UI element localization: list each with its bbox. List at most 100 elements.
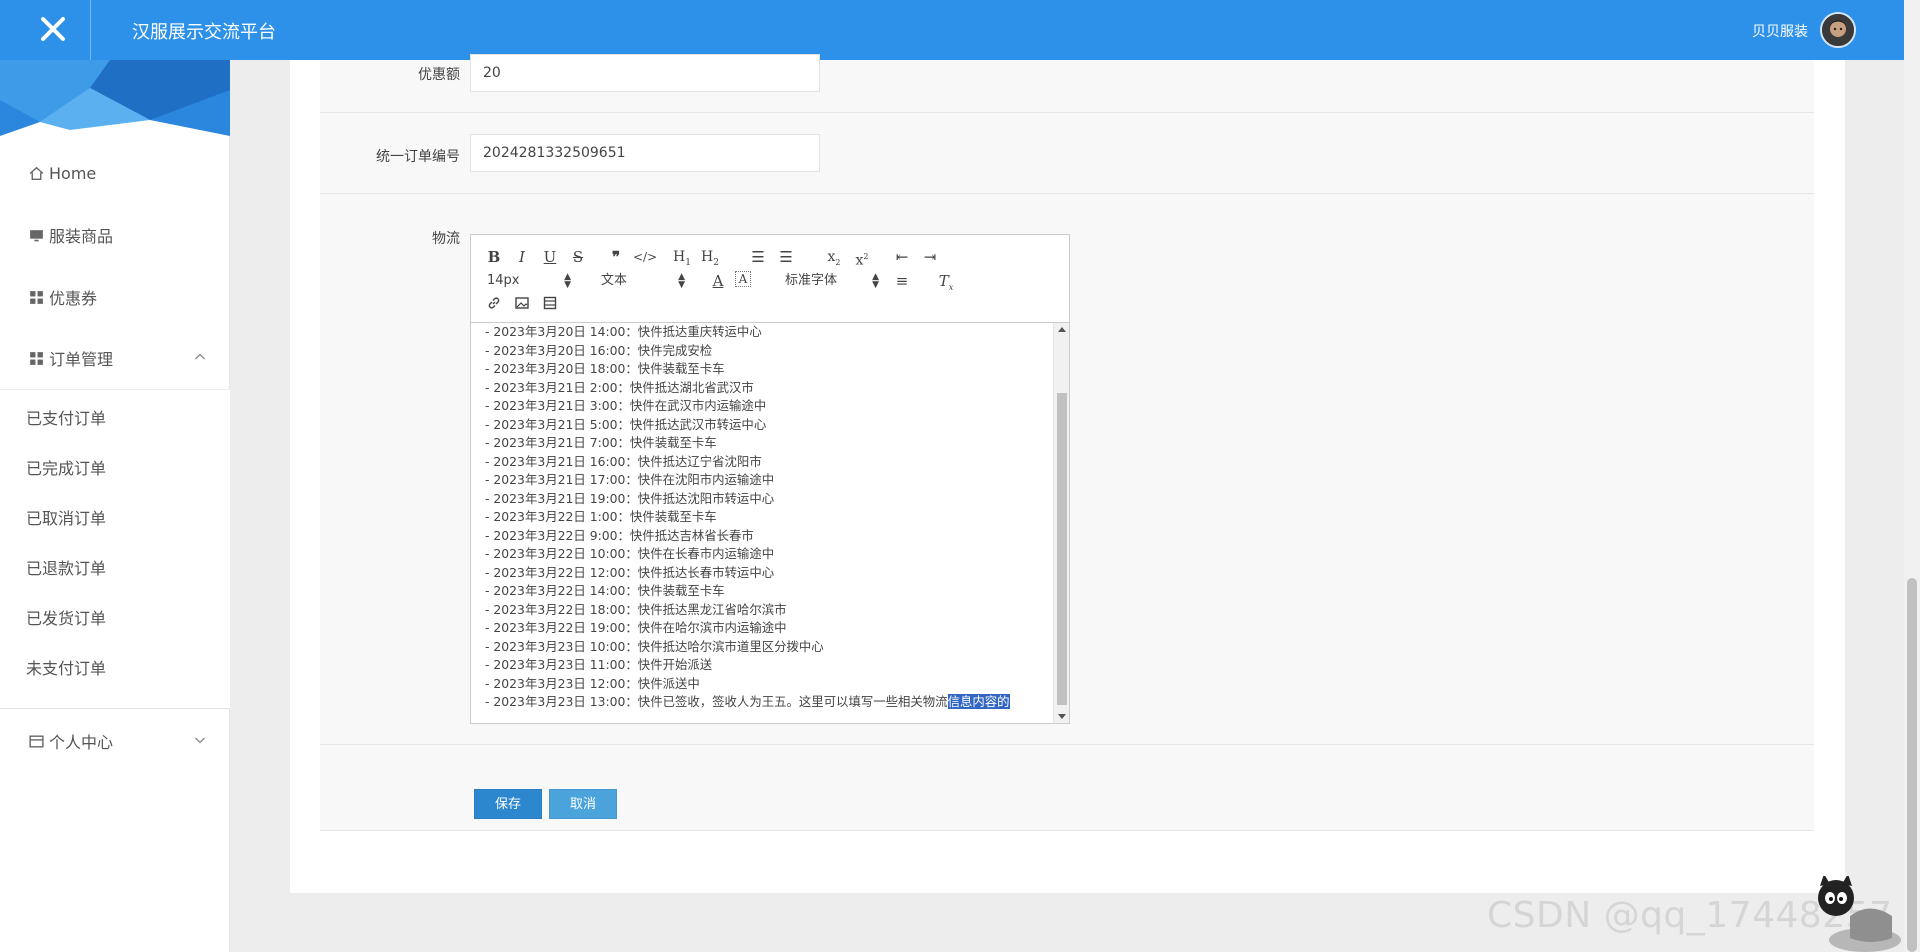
page-scrollbar-thumb[interactable]: [1907, 578, 1917, 952]
sidebar-banner: [0, 60, 230, 136]
heading2-icon[interactable]: H2: [699, 247, 721, 268]
editor-line: - 2023年3月21日 3:00：快件在武汉市内运输途中: [485, 398, 767, 413]
sidebar-item-label: 优惠券: [49, 289, 98, 308]
indent-icon[interactable]: ⇥: [919, 247, 941, 267]
clear-format-icon[interactable]: Tx: [935, 271, 957, 292]
editor-line: - 2023年3月22日 18:00：快件抵达黑龙江省哈尔滨市: [485, 601, 787, 617]
top-bar: 汉服展示交流平台 贝贝服装: [0, 0, 1904, 60]
link-icon[interactable]: [483, 295, 505, 315]
submenu-item-paid[interactable]: 已支付订单: [0, 394, 230, 444]
bullet-list-icon[interactable]: ☰: [775, 247, 797, 267]
ordered-list-icon[interactable]: ☰: [747, 247, 769, 267]
scroll-down-arrow-icon[interactable]: [1058, 714, 1066, 719]
editor-scrollbar[interactable]: [1053, 323, 1069, 723]
editor-line: - 2023年3月21日 17:00：快件在沈阳市内运输途中: [485, 472, 775, 487]
image-icon[interactable]: [511, 295, 533, 315]
video-icon[interactable]: [539, 295, 561, 315]
code-block-icon[interactable]: </>: [633, 247, 657, 267]
sidebar-item-orders[interactable]: 订单管理: [0, 333, 230, 383]
discount-field[interactable]: 20: [470, 54, 820, 92]
font-family-select[interactable]: 标准字体 ▲ ▼: [785, 271, 879, 291]
align-icon[interactable]: ≡: [891, 271, 913, 291]
submenu-item-completed[interactable]: 已完成订单: [0, 444, 230, 494]
sidebar-item-products[interactable]: 服装商品: [0, 210, 230, 260]
order-number-label: 统一订单编号: [376, 149, 460, 165]
save-button[interactable]: 保存: [474, 789, 543, 819]
editor-line: - 2023年3月22日 14:00：快件装载至卡车: [485, 583, 725, 598]
sidebar-item-label: 个人中心: [49, 733, 114, 752]
font-size-value: 14px: [487, 273, 520, 288]
underline-icon[interactable]: U: [539, 247, 561, 267]
editor-line: - 2023年3月20日 14:00：快件抵达重庆转运中心: [485, 324, 762, 339]
buttons-row: [320, 745, 1814, 830]
editor-line: - 2023年3月21日 16:00：快件抵达辽宁省沈阳市: [485, 453, 762, 469]
sidebar-item-label: 订单管理: [49, 350, 114, 369]
chevron-up-icon: [195, 353, 205, 360]
heading1-icon[interactable]: H1: [671, 247, 693, 268]
editor-line: - 2023年3月22日 9:00：快件抵达吉林省长春市: [485, 527, 754, 543]
editor-line-text: - 2023年3月23日 13:00：快件已签收，签收人为王五。这里可以填写一些…: [485, 694, 948, 709]
cancel-button[interactable]: 取消: [549, 789, 618, 819]
order-number-field[interactable]: 2024281332509651: [470, 134, 820, 172]
sidebar-item-profile[interactable]: 个人中心: [0, 716, 230, 766]
select-caret-icon: ▲ ▼: [564, 272, 571, 290]
sidebar: Home 服装商品 优惠券 订单管理 已支付订单 已完成订单 已取消订单 已退款…: [0, 60, 230, 952]
select-caret-icon: ▲ ▼: [872, 272, 879, 290]
editor-line: - 2023年3月22日 1:00：快件装载至卡车: [485, 509, 717, 524]
strikethrough-icon[interactable]: S: [567, 247, 589, 267]
row-divider: [320, 830, 1814, 831]
grid-icon: [30, 290, 43, 304]
editor-scrollbar-thumb[interactable]: [1057, 393, 1067, 705]
editor-line: - 2023年3月21日 2:00：快件抵达湖北省武汉市: [485, 379, 754, 395]
card-icon: [29, 734, 44, 748]
order-submenu: 已支付订单 已完成订单 已取消订单 已退款订单 已发货订单 未支付订单: [0, 389, 230, 709]
editor-line: - 2023年3月21日 5:00：快件抵达武汉市转运中心: [485, 416, 767, 432]
block-type-value: 文本: [601, 273, 628, 288]
app-title: 汉服展示交流平台: [132, 22, 276, 43]
submenu-item-unpaid[interactable]: 未支付订单: [0, 644, 230, 694]
scroll-up-arrow-icon[interactable]: [1058, 327, 1066, 332]
sidebar-item-coupons[interactable]: 优惠券: [0, 272, 230, 322]
header-divider: [90, 0, 91, 60]
editor-line: - 2023年3月21日 7:00：快件装载至卡车: [485, 435, 717, 450]
italic-icon[interactable]: I: [511, 247, 533, 267]
main-panel: 优惠额 20 统一订单编号 2024281332509651 物流 B I U …: [290, 54, 1845, 893]
close-icon[interactable]: [36, 12, 70, 46]
font-family-value: 标准字体: [785, 273, 838, 288]
editor-line: - 2023年3月20日 18:00：快件装载至卡车: [485, 361, 725, 376]
avatar-image-icon: [1822, 14, 1854, 46]
editor-line: - 2023年3月23日 11:00：快件开始派送: [485, 657, 713, 672]
font-color-icon[interactable]: A: [707, 271, 729, 291]
background-color-icon[interactable]: A: [735, 271, 751, 287]
editor-toolbar: B I U S ❞ </> H1 H2 ☰ ☰ x2 x2 ⇤ ⇥ 14px ▲…: [471, 235, 1069, 323]
grid-icon: [30, 351, 43, 365]
page-scrollbar[interactable]: [1904, 0, 1920, 952]
logistics-label: 物流: [432, 231, 460, 247]
monitor-icon: [30, 229, 43, 241]
home-icon: [29, 166, 44, 180]
editor-line: - 2023年3月22日 12:00：快件抵达长春市转运中心: [485, 564, 775, 580]
avatar[interactable]: [1820, 12, 1856, 48]
bold-icon[interactable]: B: [483, 247, 505, 267]
submenu-item-shipped[interactable]: 已发货订单: [0, 594, 230, 644]
blockquote-icon[interactable]: ❞: [605, 247, 627, 267]
block-type-select[interactable]: 文本 ▲ ▼: [601, 271, 685, 291]
editor-lines: - 2023年3月20日 14:00：快件抵达重庆转运中心 - 2023年3月20…: [485, 323, 1053, 693]
editor-line: - 2023年3月23日 12:00：快件派送中: [485, 675, 700, 691]
editor-content[interactable]: - 2023年3月20日 14:00：快件抵达重庆转运中心 - 2023年3月20…: [471, 323, 1053, 723]
editor-line: - 2023年3月21日 19:00：快件抵达沈阳市转运中心: [485, 490, 775, 506]
editor-line: - 2023年3月22日 19:00：快件在哈尔滨市内运输途中: [485, 620, 787, 635]
superscript-icon[interactable]: x2: [851, 247, 873, 269]
submenu-item-cancelled[interactable]: 已取消订单: [0, 494, 230, 544]
cat-mascot-icon: [1818, 876, 1901, 952]
logistics-rich-editor[interactable]: B I U S ❞ </> H1 H2 ☰ ☰ x2 x2 ⇤ ⇥ 14px ▲…: [470, 234, 1070, 724]
editor-line: - 2023年3月23日 13:00：快件已签收，签收人为王五。这里可以填写一些…: [485, 693, 1053, 712]
font-size-select[interactable]: 14px ▲ ▼: [487, 271, 571, 291]
sidebar-item-home[interactable]: Home: [0, 148, 230, 198]
selected-text: 信息内容的: [947, 694, 1010, 709]
outdent-icon[interactable]: ⇤: [891, 247, 913, 267]
subscript-icon[interactable]: x2: [823, 247, 845, 267]
submenu-item-refunded[interactable]: 已退款订单: [0, 544, 230, 594]
user-name[interactable]: 贝贝服装: [1752, 21, 1808, 41]
editor-line: - 2023年3月20日 16:00：快件完成安检: [485, 342, 713, 358]
